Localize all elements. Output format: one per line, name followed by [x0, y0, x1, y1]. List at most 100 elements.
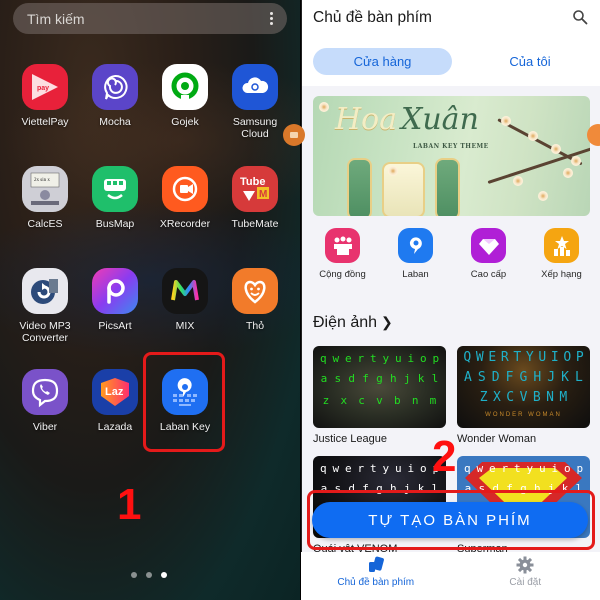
- svg-text:Tube: Tube: [240, 176, 265, 188]
- key-preview: E: [488, 350, 497, 365]
- nav-label: Chủ đề bàn phím: [337, 577, 415, 588]
- key-preview: c: [358, 394, 365, 407]
- more-options-icon[interactable]: [269, 12, 273, 25]
- key-preview: K: [561, 370, 569, 385]
- page-dot[interactable]: [146, 572, 152, 578]
- key-preview: I: [550, 350, 559, 365]
- category-ranking[interactable]: Xếp hạng: [525, 228, 598, 281]
- svg-text:M: M: [259, 189, 267, 200]
- app-tubemate[interactable]: Tube M TubeMate: [220, 166, 290, 230]
- tab-mine[interactable]: Của tôi: [462, 48, 598, 75]
- home-search-bar[interactable]: Tìm kiếm: [13, 3, 287, 34]
- nav-settings[interactable]: Cài đặt: [451, 552, 600, 600]
- samsung-cloud-icon: [232, 64, 278, 110]
- key-preview: Q: [463, 350, 472, 365]
- section-title: Điện ảnh: [313, 314, 378, 331]
- app-label: CalcES: [27, 218, 63, 230]
- key-preview: r: [357, 352, 365, 365]
- app-label: Viber: [32, 421, 58, 433]
- search-icon[interactable]: [572, 9, 588, 25]
- app-mocha[interactable]: Mocha: [80, 64, 150, 128]
- key-preview: d: [348, 372, 355, 385]
- store-header: Chủ đề bàn phím Cửa hàng Của tôi: [302, 0, 600, 86]
- nav-themes[interactable]: Chủ đề bàn phím: [301, 552, 451, 600]
- mix-icon: [162, 268, 208, 314]
- keyboard-preview-row: ZXCVBNM: [477, 390, 570, 405]
- app-viettelpay[interactable]: pay ViettelPay: [10, 64, 80, 128]
- key-preview: A: [464, 370, 472, 385]
- section-movies-link[interactable]: Điện ảnh ❯: [313, 314, 393, 332]
- category-laban[interactable]: Laban: [379, 228, 452, 281]
- app-xrecorder[interactable]: XRecorder: [150, 166, 220, 230]
- page-dot[interactable]: [131, 572, 137, 578]
- branch-decoration: [497, 118, 583, 166]
- bus-icon: [92, 166, 138, 212]
- key-preview: r: [501, 462, 509, 475]
- floating-recorder-button[interactable]: [283, 124, 305, 146]
- theme-label: Wonder Woman: [457, 433, 537, 445]
- key-preview: p: [576, 462, 584, 475]
- key-preview: W: [475, 350, 484, 365]
- keyboard-preview-row: qwertyuiop: [461, 462, 586, 475]
- nav-label: Cài đặt: [509, 577, 542, 588]
- app-label: Video MP3 Converter: [19, 320, 71, 344]
- app-video-mp3-converter[interactable]: Video MP3 Converter: [10, 268, 80, 344]
- app-gojek[interactable]: Gojek: [150, 64, 220, 128]
- blossom: [563, 168, 573, 178]
- blossom: [319, 102, 329, 112]
- picsart-icon: [92, 268, 138, 314]
- banner-preview: [435, 158, 460, 216]
- category-label: Laban: [402, 269, 429, 280]
- app-calces[interactable]: 2x sin x CalcES: [10, 166, 80, 230]
- tab-store[interactable]: Cửa hàng: [313, 48, 452, 75]
- app-label: XRecorder: [159, 218, 211, 230]
- blossom: [388, 166, 398, 176]
- search-placeholder: Tìm kiếm: [27, 10, 85, 27]
- key-preview: r: [357, 462, 365, 475]
- calculator-icon: 2x sin x: [22, 166, 68, 212]
- key-preview: y: [382, 462, 390, 475]
- key-preview: t: [369, 352, 377, 365]
- category-community[interactable]: Cộng đồng: [306, 228, 379, 281]
- app-lazada[interactable]: Laz Lazada: [80, 369, 150, 433]
- app-label: TubeMate: [231, 218, 279, 230]
- app-label: Gojek: [171, 116, 199, 128]
- app-tho[interactable]: Thỏ: [220, 268, 290, 332]
- theme-caption: WONDER WOMAN: [485, 412, 562, 418]
- theme-card-justice-league[interactable]: qwertyuiop asdfghjkl zxcvbnm: [313, 346, 446, 428]
- themes-icon: [368, 556, 384, 572]
- key-preview: w: [332, 462, 340, 475]
- key-preview: o: [563, 462, 571, 475]
- blossom: [538, 191, 548, 201]
- key-preview: l: [431, 372, 439, 385]
- svg-text:pay: pay: [37, 85, 49, 92]
- app-label: BusMap: [95, 218, 135, 230]
- gear-icon: [516, 556, 534, 574]
- app-viber[interactable]: Viber: [10, 369, 80, 433]
- key-preview: o: [419, 462, 427, 475]
- keyboard-preview-row: asdfghjkl: [317, 372, 442, 385]
- app-picsart[interactable]: PicsArt: [80, 268, 150, 332]
- keyboard-preview-row: ASDFGHJKL: [461, 370, 586, 385]
- page-dot-active[interactable]: [161, 572, 167, 578]
- featured-theme-banner[interactable]: Hoa Xuân LABAN KEY THEME: [313, 96, 590, 216]
- app-mix[interactable]: MIX: [150, 268, 220, 332]
- chevron-right-icon: ❯: [381, 314, 393, 330]
- theme-card-wonder-woman[interactable]: QWERTYUIOP ASDFGHJKL ZXCVBNM WONDER WOMA…: [457, 346, 590, 428]
- key-preview: G: [519, 370, 528, 385]
- key-preview: j: [403, 372, 411, 385]
- key-preview: u: [394, 352, 402, 365]
- keyboard-preview-row: zxcvbnm: [317, 394, 442, 407]
- category-premium[interactable]: Cao cấp: [452, 228, 525, 281]
- mocha-icon: [92, 64, 138, 110]
- key-preview: q: [319, 352, 327, 365]
- page-indicator[interactable]: [131, 572, 167, 578]
- app-label: Samsung Cloud: [232, 116, 278, 140]
- category-label: Cộng đồng: [319, 269, 366, 280]
- blossom: [528, 131, 538, 141]
- key-preview: x: [340, 394, 348, 407]
- key-preview: M: [559, 390, 568, 405]
- key-preview: B: [532, 390, 541, 405]
- app-samsung-cloud[interactable]: Samsung Cloud: [220, 64, 290, 140]
- app-busmap[interactable]: BusMap: [80, 166, 150, 230]
